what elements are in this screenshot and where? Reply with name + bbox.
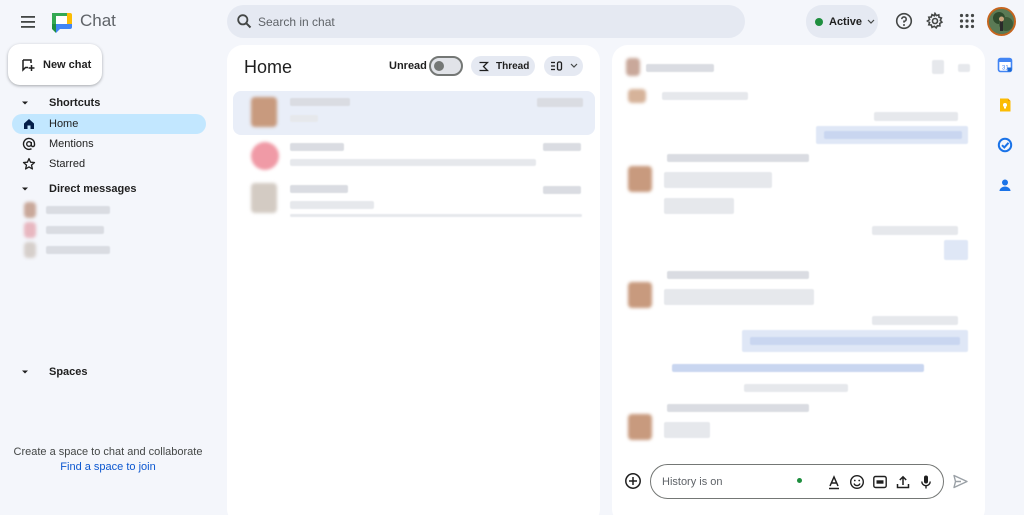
conversation-row[interactable] [233, 91, 595, 135]
gif-icon[interactable] [872, 474, 888, 490]
thread-filter-button[interactable]: Thread [471, 56, 535, 76]
sidebar-item-label: Starred [49, 158, 86, 170]
upload-icon[interactable] [895, 474, 911, 490]
search-icon [236, 13, 253, 30]
chevron-down-icon [570, 63, 578, 68]
direct-messages-section-toggle[interactable]: Direct messages [20, 181, 136, 197]
conversation-row[interactable] [233, 181, 595, 217]
send-icon [953, 474, 968, 489]
status-selector[interactable]: Active [806, 5, 878, 38]
profile-avatar[interactable] [987, 7, 1016, 36]
new-chat-icon [21, 58, 35, 72]
conversation-row[interactable] [233, 139, 595, 175]
search-input[interactable] [258, 5, 728, 38]
contacts-icon[interactable] [997, 177, 1013, 193]
at-icon [22, 137, 36, 151]
send-button[interactable] [952, 473, 969, 490]
add-circle-icon [625, 473, 641, 489]
apps-grid-icon[interactable] [958, 12, 976, 30]
microphone-icon[interactable] [918, 474, 934, 490]
help-icon[interactable] [895, 12, 913, 30]
tasks-icon[interactable] [997, 137, 1013, 153]
home-icon [24, 119, 34, 129]
keep-icon[interactable] [997, 97, 1013, 113]
svg-text:31: 31 [1002, 66, 1009, 72]
sidebar-item-home[interactable]: Home [12, 114, 206, 134]
find-space-link[interactable]: Find a space to join [0, 461, 216, 473]
thread-icon [479, 61, 489, 71]
new-chat-button[interactable]: New chat [8, 44, 102, 85]
caret-down-icon [22, 101, 28, 105]
spaces-heading: Spaces [49, 366, 88, 378]
message-input[interactable] [662, 465, 792, 498]
sidebar-item-label: Home [49, 118, 79, 130]
spaces-section-toggle[interactable]: Spaces [20, 364, 88, 380]
settings-icon[interactable] [926, 12, 944, 30]
dm-item[interactable] [20, 202, 120, 218]
caret-down-icon [22, 187, 28, 191]
direct-messages-heading: Direct messages [49, 183, 137, 195]
format-text-icon[interactable] [826, 474, 842, 490]
search-bar[interactable] [227, 5, 745, 38]
calendar-icon[interactable]: 31 [997, 57, 1013, 73]
shortcuts-heading: Shortcuts [49, 97, 101, 109]
filter-list-icon [551, 61, 563, 71]
toggle-knob [434, 61, 444, 71]
star-icon [22, 157, 36, 170]
thread-label: Thread [496, 60, 530, 72]
sidebar-item-mentions[interactable]: Mentions [12, 134, 206, 154]
message-list [612, 86, 985, 446]
spaces-empty-text: Create a space to chat and collaborate [13, 446, 203, 458]
dm-item[interactable] [20, 242, 120, 258]
add-attachment-button[interactable] [624, 472, 642, 490]
sidebar-item-starred[interactable]: Starred [12, 154, 206, 174]
dm-item[interactable] [20, 222, 120, 238]
chat-logo-icon[interactable] [50, 10, 74, 34]
message-composer[interactable] [650, 464, 944, 499]
unread-toggle[interactable] [429, 56, 463, 76]
chevron-down-icon [867, 19, 875, 25]
sidebar-item-label: Mentions [49, 138, 94, 150]
emoji-icon[interactable] [849, 474, 865, 490]
unread-label: Unread [389, 60, 427, 72]
shortcuts-section-toggle[interactable]: Shortcuts [20, 95, 100, 111]
main-menu-icon[interactable] [18, 12, 40, 32]
status-label: Active [829, 15, 863, 28]
page-title: Home [244, 57, 293, 77]
filter-menu-button[interactable] [544, 56, 583, 76]
conversation-header [626, 58, 976, 78]
app-title: Chat [80, 11, 116, 30]
caret-down-icon [22, 370, 28, 374]
status-dot [815, 17, 823, 26]
new-chat-label: New chat [43, 58, 92, 71]
history-indicator-dot [797, 478, 802, 483]
